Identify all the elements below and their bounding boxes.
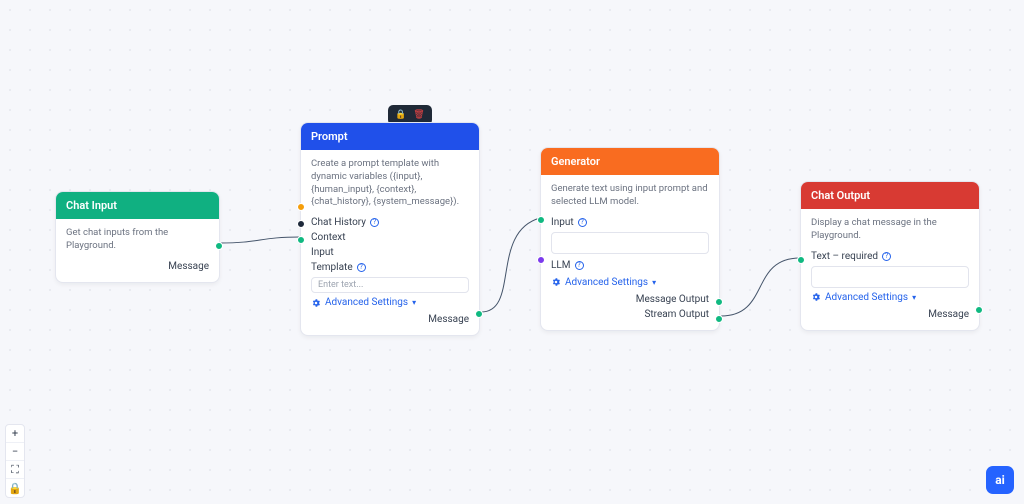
field-row-text: Text – required [811, 249, 969, 264]
output-row: Message [66, 259, 209, 274]
node-header: Prompt [301, 123, 479, 150]
output-row: Stream Output [551, 307, 709, 322]
gear-icon [311, 298, 321, 308]
node-header: Chat Input [56, 192, 219, 219]
output-row: Message Output [551, 292, 709, 307]
node-prompt[interactable]: Prompt Create a prompt template with dyn… [300, 122, 480, 336]
advanced-settings-toggle[interactable]: Advanced Settings ▾ [551, 273, 709, 292]
port-context-in[interactable] [297, 220, 305, 228]
port-input-in[interactable] [297, 236, 305, 244]
zoom-fit-button[interactable]: ⛶ [6, 461, 24, 479]
node-desc: Display a chat message in the Playground… [811, 217, 969, 243]
node-chat-input[interactable]: Chat Input Get chat inputs from the Play… [55, 191, 220, 283]
node-desc: Get chat inputs from the Playground. [66, 227, 209, 253]
lock-icon[interactable]: 🔒 [392, 108, 410, 122]
gear-icon [551, 277, 561, 287]
zoom-in-button[interactable]: + [6, 425, 24, 443]
port-message-out[interactable] [475, 310, 483, 318]
gear-icon [811, 292, 821, 302]
field-row-template: Template [311, 260, 469, 275]
port-message-out[interactable] [715, 298, 723, 306]
zoom-lock-button[interactable]: 🔒 [6, 479, 24, 497]
output-row: Message [811, 307, 969, 322]
assistant-fab[interactable]: ai [986, 466, 1014, 494]
port-chat-history-in[interactable] [297, 203, 305, 211]
help-icon[interactable] [575, 261, 584, 270]
text-field[interactable] [811, 266, 969, 288]
node-generator[interactable]: Generator Generate text using input prom… [540, 147, 720, 331]
delete-icon[interactable]: 🗑 [410, 108, 428, 122]
help-icon[interactable] [578, 218, 587, 227]
node-header: Chat Output [801, 182, 979, 209]
node-header: Generator [541, 148, 719, 175]
chevron-down-icon: ▾ [412, 298, 416, 307]
help-icon[interactable] [882, 252, 891, 261]
port-row-context: Context [311, 230, 469, 245]
port-row-input: Input [311, 245, 469, 260]
zoom-out-button[interactable]: − [6, 443, 24, 461]
port-llm-in[interactable] [537, 256, 545, 264]
port-text-in[interactable] [797, 256, 805, 264]
chevron-down-icon: ▾ [912, 293, 916, 302]
help-icon[interactable] [370, 218, 379, 227]
port-message-out[interactable] [215, 242, 223, 250]
node-desc: Create a prompt template with dynamic va… [311, 158, 469, 209]
template-input[interactable]: Enter text... [311, 277, 469, 293]
port-message-out[interactable] [975, 306, 983, 314]
zoom-controls: + − ⛶ 🔒 [5, 424, 25, 498]
help-icon[interactable] [357, 263, 366, 272]
advanced-settings-toggle[interactable]: Advanced Settings ▾ [811, 288, 969, 307]
port-row-llm: LLM [551, 258, 709, 273]
port-stream-out[interactable] [715, 315, 723, 323]
node-desc: Generate text using input prompt and sel… [551, 183, 709, 209]
output-row: Message [311, 312, 469, 327]
field-row-input: Input [551, 215, 709, 230]
chevron-down-icon: ▾ [652, 278, 656, 287]
port-input-in[interactable] [537, 216, 545, 224]
node-chat-output[interactable]: Chat Output Display a chat message in th… [800, 181, 980, 331]
advanced-settings-toggle[interactable]: Advanced Settings ▾ [311, 293, 469, 312]
input-field[interactable] [551, 232, 709, 254]
port-row-chat-history: Chat History [311, 215, 469, 230]
